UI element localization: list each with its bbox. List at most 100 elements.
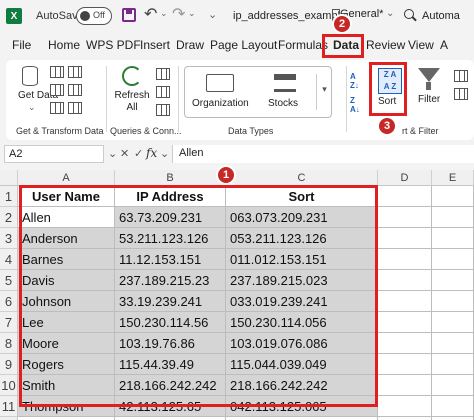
autosave-toggle[interactable]: Off xyxy=(76,7,112,25)
queries-connections-icon[interactable] xyxy=(156,68,170,80)
column-header-c[interactable]: C xyxy=(226,170,378,186)
organization-icon[interactable] xyxy=(206,74,234,92)
tab-page-layout[interactable]: Page Layout xyxy=(210,38,277,52)
empty-cell[interactable] xyxy=(378,186,432,207)
fx-dropdown-icon[interactable]: ⌄ xyxy=(160,147,169,160)
row-header-1[interactable]: 1 xyxy=(0,186,18,207)
empty-cell[interactable] xyxy=(378,312,432,333)
sort-descending-icon[interactable]: Z A↓ xyxy=(350,96,360,114)
from-web-icon[interactable] xyxy=(68,66,82,78)
stocks-button[interactable]: Stocks xyxy=(268,98,298,109)
row-header-3[interactable]: 3 xyxy=(0,228,18,249)
row-header-10[interactable]: 10 xyxy=(0,375,18,396)
row-header-5[interactable]: 5 xyxy=(0,270,18,291)
get-data-button[interactable]: Get Data xyxy=(18,90,58,101)
from-table-icon[interactable] xyxy=(50,84,64,96)
redo-icon[interactable]: ↷ xyxy=(172,4,185,24)
tab-review[interactable]: Review xyxy=(366,38,405,52)
column-header-b[interactable]: B xyxy=(115,170,226,186)
from-picture-icon[interactable] xyxy=(68,102,82,114)
title-bar: X AutoSave Off ↶ ⌄ ↷ ⌄ ⌄ ip_addresses_ex… xyxy=(0,0,474,32)
empty-cell[interactable] xyxy=(432,354,474,375)
ribbon-separator xyxy=(106,66,107,132)
empty-cell[interactable] xyxy=(432,312,474,333)
clear-filter-icon[interactable] xyxy=(454,70,468,82)
empty-cell[interactable] xyxy=(432,207,474,228)
row-header-2[interactable]: 2 xyxy=(0,207,18,228)
sort-ascending-icon[interactable]: A Z↓ xyxy=(350,72,359,90)
cancel-icon[interactable]: ✕ xyxy=(120,147,129,160)
save-icon[interactable] xyxy=(122,8,136,22)
empty-cell[interactable] xyxy=(378,207,432,228)
get-data-dropdown-icon[interactable]: ⌄ xyxy=(28,102,36,113)
data-types-more-icon[interactable]: ▾ xyxy=(316,74,332,110)
insert-function-icon[interactable]: fx xyxy=(146,146,157,160)
undo-dropdown-icon[interactable]: ⌄ xyxy=(160,8,168,19)
organization-button[interactable]: Organization xyxy=(192,98,249,109)
formula-bar: A2 ⌄ ✕ ✓ fx ⌄ Allen xyxy=(0,142,474,166)
tab-insert[interactable]: Insert xyxy=(140,38,170,52)
tab-formulas[interactable]: Formulas xyxy=(278,38,328,52)
column-header-e[interactable]: E xyxy=(432,170,474,186)
from-text-icon[interactable] xyxy=(50,66,64,78)
tab-wps-pdf[interactable]: WPS PDF xyxy=(86,38,141,52)
empty-cell[interactable] xyxy=(432,291,474,312)
empty-cell[interactable] xyxy=(378,249,432,270)
edit-links-icon[interactable] xyxy=(156,104,170,116)
get-transform-group-label: Get & Transform Data xyxy=(16,126,104,136)
row-header-7[interactable]: 7 xyxy=(0,312,18,333)
formula-input[interactable]: Allen xyxy=(172,145,474,163)
empty-cell[interactable] xyxy=(432,228,474,249)
get-data-icon[interactable] xyxy=(22,66,38,86)
row-header-6[interactable]: 6 xyxy=(0,291,18,312)
select-all-corner[interactable] xyxy=(0,170,18,186)
callout-badge-3: 3 xyxy=(377,116,397,136)
reapply-icon[interactable] xyxy=(454,88,468,100)
column-header-d[interactable]: D xyxy=(378,170,432,186)
empty-cell[interactable] xyxy=(378,270,432,291)
tab-draw[interactable]: Draw xyxy=(176,38,204,52)
row-header-11[interactable]: 11 xyxy=(0,396,18,417)
empty-cell[interactable] xyxy=(378,228,432,249)
empty-cell[interactable] xyxy=(378,375,432,396)
tab-overflow[interactable]: A xyxy=(440,38,448,52)
tab-file[interactable]: File xyxy=(12,38,31,52)
name-box-dropdown-icon[interactable]: ⌄ xyxy=(108,147,117,160)
stocks-icon[interactable] xyxy=(274,74,296,92)
search-icon[interactable] xyxy=(404,9,414,19)
empty-cell[interactable] xyxy=(432,333,474,354)
empty-cell[interactable] xyxy=(432,249,474,270)
column-header-a[interactable]: A xyxy=(18,170,115,186)
filter-button[interactable]: Filter xyxy=(418,94,440,105)
recent-sources-icon[interactable] xyxy=(68,84,82,96)
empty-cell[interactable] xyxy=(432,186,474,207)
redo-dropdown-icon[interactable]: ⌄ xyxy=(188,8,196,19)
existing-connections-icon[interactable] xyxy=(50,102,64,114)
tab-view[interactable]: View xyxy=(408,38,434,52)
file-name[interactable]: ip_addresses_example xyxy=(233,10,346,22)
undo-icon[interactable]: ↶ xyxy=(144,4,157,24)
toggle-state: Off xyxy=(93,10,105,20)
refresh-all-button[interactable]: Refresh All xyxy=(114,90,150,114)
search-box-text[interactable]: Automa xyxy=(422,10,460,22)
row-header-9[interactable]: 9 xyxy=(0,354,18,375)
sensitivity-dropdown-icon[interactable]: ⌄ xyxy=(386,8,394,19)
refresh-icon[interactable] xyxy=(122,66,142,86)
filter-icon[interactable] xyxy=(418,68,440,82)
empty-cell[interactable] xyxy=(378,333,432,354)
empty-cell[interactable] xyxy=(378,291,432,312)
enter-icon[interactable]: ✓ xyxy=(134,147,143,160)
empty-cell[interactable] xyxy=(432,375,474,396)
customize-toolbar-icon[interactable]: ⌄ xyxy=(208,8,217,21)
queries-group-label: Queries & Conn... xyxy=(110,126,182,136)
empty-cell[interactable] xyxy=(432,396,474,417)
empty-cell[interactable] xyxy=(378,354,432,375)
tab-home[interactable]: Home xyxy=(48,38,80,52)
row-header-4[interactable]: 4 xyxy=(0,249,18,270)
empty-cell[interactable] xyxy=(432,270,474,291)
properties-icon[interactable] xyxy=(156,86,170,98)
name-box[interactable]: A2 xyxy=(4,145,104,163)
empty-cell[interactable] xyxy=(378,396,432,417)
callout-box-sort xyxy=(369,62,407,116)
row-header-8[interactable]: 8 xyxy=(0,333,18,354)
